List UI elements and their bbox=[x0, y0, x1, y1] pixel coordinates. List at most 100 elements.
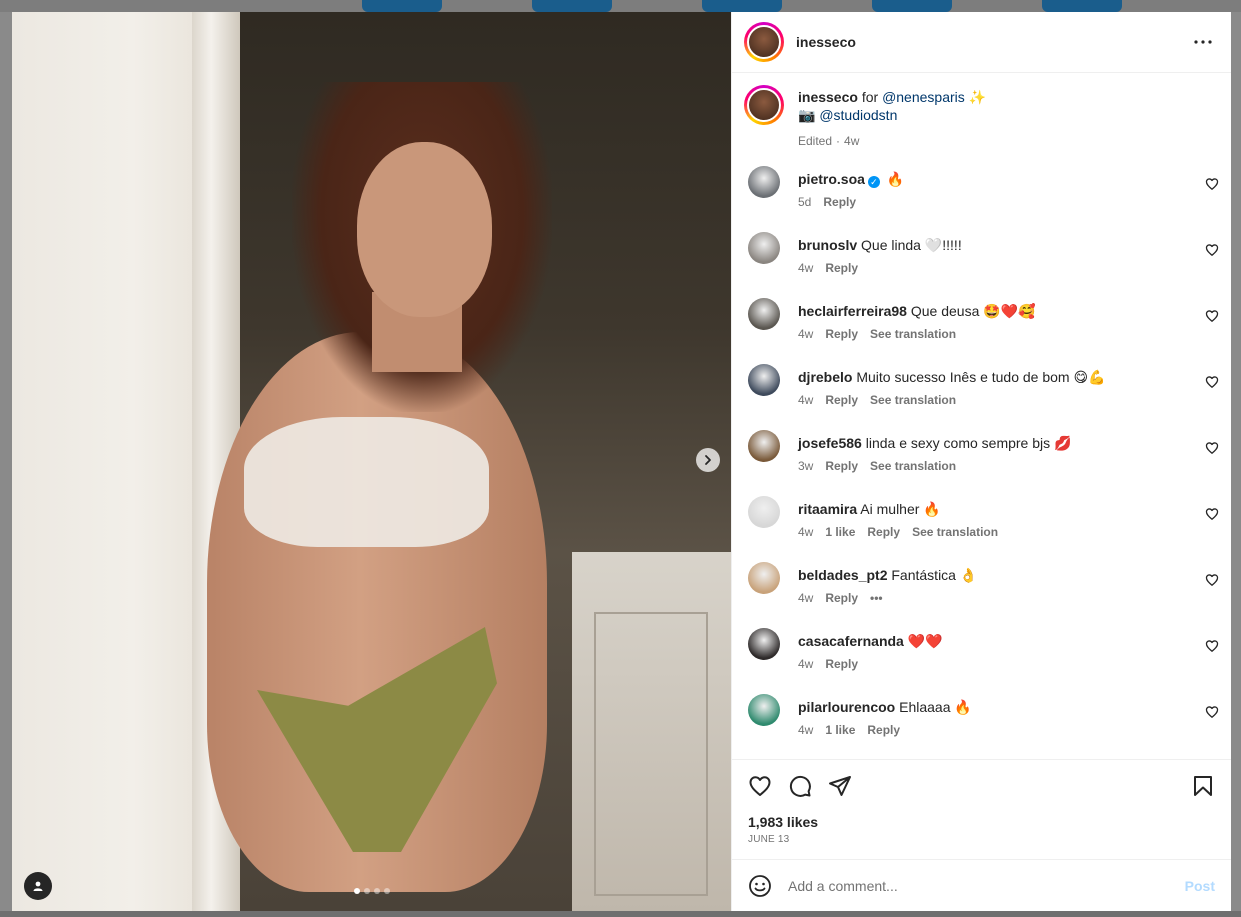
comment-time: 4w bbox=[798, 657, 814, 671]
comment-time: 4w bbox=[798, 393, 814, 407]
caption-avatar[interactable] bbox=[744, 85, 784, 125]
commenter-username[interactable]: djrebelo bbox=[798, 369, 852, 385]
post-comment-button[interactable]: Post bbox=[1185, 878, 1215, 894]
comments-list[interactable]: inesseco for @nenesparis ✨ 📷 @studiodstn… bbox=[732, 73, 1231, 759]
reply-button[interactable]: Reply bbox=[825, 259, 858, 277]
backdrop-button bbox=[532, 0, 612, 12]
add-comment-bar: Post bbox=[732, 859, 1231, 911]
comment-text: Ehlaaaa 🔥 bbox=[899, 699, 972, 715]
reply-button[interactable]: Reply bbox=[867, 523, 900, 541]
commenter-avatar[interactable] bbox=[748, 562, 780, 594]
see-translation-button[interactable]: See translation bbox=[870, 391, 956, 409]
reply-button[interactable]: Reply bbox=[823, 193, 856, 211]
commenter-username[interactable]: brunoslv bbox=[798, 237, 857, 253]
tagged-users-button[interactable] bbox=[24, 872, 52, 900]
comment-input[interactable] bbox=[788, 877, 1185, 894]
author-avatar[interactable] bbox=[744, 22, 784, 62]
reply-button[interactable]: Reply bbox=[825, 391, 858, 409]
user-tag-icon bbox=[33, 881, 43, 891]
comment-text: Que deusa 🤩❤️🥰 bbox=[910, 303, 1036, 319]
heart-icon[interactable] bbox=[1205, 639, 1219, 653]
commenter-avatar[interactable] bbox=[748, 628, 780, 660]
caption-mention[interactable]: @nenesparis bbox=[882, 89, 965, 105]
carousel-dot bbox=[364, 888, 370, 894]
comment-row: djrebelo Muito sucesso Inês e tudo de bo… bbox=[748, 364, 1219, 430]
emoji-icon[interactable] bbox=[748, 874, 772, 898]
post-date: JUNE 13 bbox=[748, 834, 790, 845]
comment-text: linda e sexy como sempre bjs 💋 bbox=[865, 435, 1072, 451]
commenter-avatar[interactable] bbox=[748, 364, 780, 396]
caption-username[interactable]: inesseco bbox=[798, 89, 858, 105]
comment-row: heclairferreira98 Que deusa 🤩❤️🥰 4w Reply S… bbox=[748, 298, 1219, 364]
next-slide-button[interactable] bbox=[696, 448, 720, 472]
likes-count[interactable]: 1,983 likes bbox=[748, 814, 1215, 830]
backdrop-button bbox=[362, 0, 442, 12]
comment-text: 🔥 bbox=[886, 171, 905, 187]
comment-time: 4w bbox=[798, 723, 814, 737]
bookmark-icon[interactable] bbox=[1191, 774, 1215, 798]
share-icon[interactable] bbox=[828, 774, 852, 798]
post-details-panel: inesseco inesseco for @nenesparis ✨ 📷 @s… bbox=[731, 12, 1231, 911]
comment-time: 4w bbox=[798, 261, 814, 275]
heart-icon[interactable] bbox=[1205, 243, 1219, 257]
commenter-username[interactable]: pietro.soa bbox=[798, 171, 865, 187]
commenter-avatar[interactable] bbox=[748, 232, 780, 264]
more-options-icon bbox=[1194, 40, 1212, 44]
reply-button[interactable]: Reply bbox=[825, 589, 858, 607]
see-translation-button[interactable]: See translation bbox=[870, 325, 956, 343]
carousel-dots bbox=[354, 888, 390, 894]
author-username[interactable]: inesseco bbox=[796, 34, 1191, 50]
commenter-avatar[interactable] bbox=[748, 298, 780, 330]
commenter-avatar[interactable] bbox=[748, 496, 780, 528]
comment-text: Que linda 🤍!!!!! bbox=[861, 237, 962, 253]
heart-icon[interactable] bbox=[1205, 507, 1219, 521]
see-translation-button[interactable]: See translation bbox=[912, 523, 998, 541]
comment-likes[interactable]: 1 like bbox=[825, 523, 855, 541]
comment-row: beldades_pt2 Fantástica 👌 4w Reply ••• bbox=[748, 562, 1219, 628]
commenter-avatar[interactable] bbox=[748, 166, 780, 198]
heart-icon[interactable] bbox=[1205, 441, 1219, 455]
photo-cabinet bbox=[572, 552, 731, 911]
comment-time: 5d bbox=[798, 195, 812, 209]
caption-edited: Edited bbox=[798, 134, 833, 148]
comment-row: josefe586 linda e sexy como sempre bjs 💋… bbox=[748, 430, 1219, 496]
commenter-username[interactable]: pilarlourencoo bbox=[798, 699, 895, 715]
heart-icon[interactable] bbox=[1205, 573, 1219, 587]
heart-icon[interactable] bbox=[1205, 705, 1219, 719]
backdrop-button bbox=[872, 0, 952, 12]
backdrop-button bbox=[702, 0, 782, 12]
comment-time: 4w bbox=[798, 327, 814, 341]
caption-emoji: ✨ bbox=[968, 89, 987, 105]
heart-icon[interactable] bbox=[1205, 309, 1219, 323]
commenter-username[interactable]: josefe586 bbox=[798, 435, 862, 451]
post-modal: inesseco inesseco for @nenesparis ✨ 📷 @s… bbox=[12, 12, 1231, 911]
post-header: inesseco bbox=[732, 12, 1231, 73]
commenter-username[interactable]: heclairferreira98 bbox=[798, 303, 907, 319]
see-translation-button[interactable]: See translation bbox=[870, 457, 956, 475]
post-media[interactable] bbox=[12, 12, 731, 911]
verified-badge-icon: ✓ bbox=[867, 176, 880, 188]
comment-time: 4w bbox=[798, 525, 814, 539]
post-caption: inesseco for @nenesparis ✨ 📷 @studiodstn… bbox=[744, 85, 1219, 150]
reply-button[interactable]: Reply bbox=[867, 721, 900, 739]
commenter-username[interactable]: casacafernanda bbox=[798, 633, 904, 649]
commenter-avatar[interactable] bbox=[748, 430, 780, 462]
comment-icon[interactable] bbox=[788, 774, 812, 798]
heart-icon[interactable] bbox=[1205, 177, 1219, 191]
heart-icon[interactable] bbox=[1205, 375, 1219, 389]
comment-likes[interactable]: 1 like bbox=[825, 721, 855, 739]
more-options-button[interactable] bbox=[1191, 30, 1215, 54]
comment-text: Ai mulher 🔥 bbox=[860, 501, 941, 517]
reply-button[interactable]: Reply bbox=[825, 325, 858, 343]
comment-options-button[interactable]: ••• bbox=[870, 589, 883, 607]
reply-button[interactable]: Reply bbox=[825, 655, 858, 673]
caption-for-text: for bbox=[861, 89, 879, 105]
reply-button[interactable]: Reply bbox=[825, 457, 858, 475]
caption-mention[interactable]: @studiodstn bbox=[819, 107, 897, 123]
commenter-username[interactable]: beldades_pt2 bbox=[798, 567, 887, 583]
comment-text: Muito sucesso Inês e tudo de bom 😋💪 bbox=[856, 369, 1106, 385]
caption-time: 4w bbox=[844, 134, 860, 148]
commenter-username[interactable]: ritaamira bbox=[798, 501, 857, 517]
heart-icon[interactable] bbox=[748, 774, 772, 798]
commenter-avatar[interactable] bbox=[748, 694, 780, 726]
